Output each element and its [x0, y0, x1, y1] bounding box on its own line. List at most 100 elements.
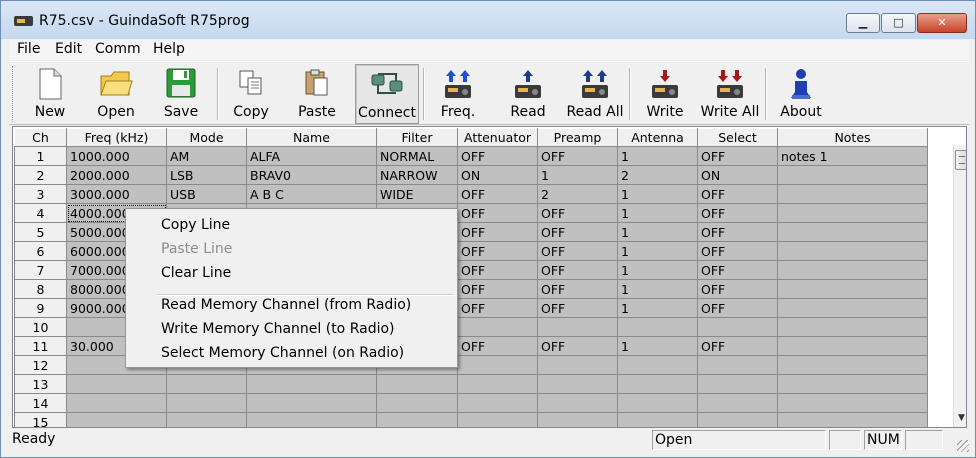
menu-help[interactable]: Help [153, 41, 185, 57]
cell-notes[interactable] [777, 203, 928, 223]
read-button[interactable]: Read [503, 64, 553, 124]
cell-attenuator[interactable] [457, 393, 538, 413]
cell-filter[interactable]: WIDE [376, 184, 458, 204]
column-header-ch[interactable]: Ch [14, 128, 67, 147]
table-row[interactable]: 1 1000.000 AM ALFA NORMAL OFF OFF 1 OFF notes 1 [14, 146, 928, 166]
cell-attenuator[interactable] [457, 374, 538, 394]
cell-mode[interactable] [166, 412, 247, 427]
cell-freq[interactable] [66, 374, 167, 394]
resize-grip-icon[interactable] [957, 440, 969, 452]
cell-preamp[interactable]: OFF [537, 241, 618, 261]
maximize-button[interactable]: □ [881, 13, 916, 33]
cell-attenuator[interactable]: OFF [457, 146, 538, 166]
write-all-button[interactable]: Write All [697, 64, 763, 124]
cell-antenna[interactable]: 1 [617, 336, 698, 356]
ctx-read-memory-channel[interactable]: Read Memory Channel (from Radio) [161, 297, 411, 317]
cell-antenna[interactable]: 1 [617, 298, 698, 318]
cell-notes[interactable]: notes 1 [777, 146, 928, 166]
table-row[interactable]: 3 3000.000 USB A B C WIDE OFF 2 1 OFF [14, 184, 928, 204]
ctx-select-memory-channel[interactable]: Select Memory Channel (on Radio) [161, 345, 404, 365]
cell-antenna[interactable] [617, 393, 698, 413]
cell-notes[interactable] [777, 222, 928, 242]
cell-attenuator[interactable]: OFF [457, 298, 538, 318]
scrollbar-thumb[interactable] [955, 150, 966, 170]
cell-freq[interactable]: 2000.000 [66, 165, 167, 185]
about-button[interactable]: About [773, 64, 829, 124]
cell-preamp[interactable]: 1 [537, 165, 618, 185]
minimize-button[interactable]: ▁ [846, 13, 880, 33]
open-button[interactable]: Open [89, 64, 143, 124]
cell-filter[interactable] [376, 393, 458, 413]
cell-select[interactable]: OFF [697, 241, 778, 261]
cell-notes[interactable] [777, 317, 928, 337]
connect-button[interactable]: Connect [355, 64, 419, 124]
cell-antenna[interactable] [617, 355, 698, 375]
cell-attenuator[interactable] [457, 412, 538, 427]
cell-attenuator[interactable]: OFF [457, 184, 538, 204]
cell-name[interactable] [246, 412, 377, 427]
cell-antenna[interactable]: 1 [617, 279, 698, 299]
cell-antenna[interactable] [617, 317, 698, 337]
cell-attenuator[interactable]: OFF [457, 336, 538, 356]
cell-attenuator[interactable]: OFF [457, 260, 538, 280]
cell-preamp[interactable] [537, 374, 618, 394]
cell-preamp[interactable]: OFF [537, 336, 618, 356]
cell-select[interactable]: OFF [697, 184, 778, 204]
cell-select[interactable] [697, 393, 778, 413]
cell-notes[interactable] [777, 393, 928, 413]
cell-notes[interactable] [777, 355, 928, 375]
cell-preamp[interactable] [537, 412, 618, 427]
freq-button[interactable]: Freq. [429, 64, 487, 124]
cell-notes[interactable] [777, 279, 928, 299]
cell-filter[interactable] [376, 374, 458, 394]
cell-antenna[interactable]: 1 [617, 222, 698, 242]
column-header-notes[interactable]: Notes [777, 128, 928, 147]
cell-preamp[interactable] [537, 393, 618, 413]
cell-attenuator[interactable]: ON [457, 165, 538, 185]
column-header-freq[interactable]: Freq (kHz) [66, 128, 167, 147]
cell-attenuator[interactable]: OFF [457, 203, 538, 223]
cell-antenna[interactable]: 1 [617, 241, 698, 261]
cell-mode[interactable]: LSB [166, 165, 247, 185]
cell-name[interactable] [246, 393, 377, 413]
column-header-filter[interactable]: Filter [376, 128, 458, 147]
cell-notes[interactable] [777, 336, 928, 356]
cell-antenna[interactable]: 1 [617, 260, 698, 280]
cell-antenna[interactable]: 1 [617, 146, 698, 166]
cell-notes[interactable] [777, 412, 928, 427]
cell-select[interactable] [697, 412, 778, 427]
cell-preamp[interactable]: OFF [537, 146, 618, 166]
cell-attenuator[interactable]: OFF [457, 241, 538, 261]
menu-edit[interactable]: Edit [55, 41, 82, 57]
cell-mode[interactable]: AM [166, 146, 247, 166]
cell-preamp[interactable]: OFF [537, 260, 618, 280]
cell-filter[interactable] [376, 412, 458, 427]
cell-freq[interactable]: 3000.000 [66, 184, 167, 204]
cell-antenna[interactable] [617, 412, 698, 427]
column-header-attenuator[interactable]: Attenuator [457, 128, 538, 147]
table-row[interactable]: 13 [14, 374, 928, 394]
cell-select[interactable] [697, 317, 778, 337]
paste-button[interactable]: Paste [289, 64, 345, 124]
column-header-name[interactable]: Name [246, 128, 377, 147]
cell-select[interactable]: OFF [697, 203, 778, 223]
cell-select[interactable]: ON [697, 165, 778, 185]
cell-notes[interactable] [777, 165, 928, 185]
menu-file[interactable]: File [17, 41, 40, 57]
scroll-down-arrow-icon[interactable]: ▼ [954, 410, 966, 427]
cell-antenna[interactable]: 2 [617, 165, 698, 185]
menu-comm[interactable]: Comm [95, 41, 141, 57]
table-row[interactable]: 15 [14, 412, 928, 427]
cell-select[interactable]: OFF [697, 336, 778, 356]
cell-preamp[interactable] [537, 355, 618, 375]
cell-name[interactable] [246, 374, 377, 394]
write-button[interactable]: Write [639, 64, 691, 124]
cell-mode[interactable] [166, 393, 247, 413]
cell-notes[interactable] [777, 184, 928, 204]
cell-preamp[interactable] [537, 317, 618, 337]
cell-name[interactable]: BRAV0 [246, 165, 377, 185]
table-row[interactable]: 2 2000.000 LSB BRAV0 NARROW ON 1 2 ON [14, 165, 928, 185]
cell-select[interactable]: OFF [697, 222, 778, 242]
column-header-mode[interactable]: Mode [166, 128, 247, 147]
cell-antenna[interactable]: 1 [617, 203, 698, 223]
